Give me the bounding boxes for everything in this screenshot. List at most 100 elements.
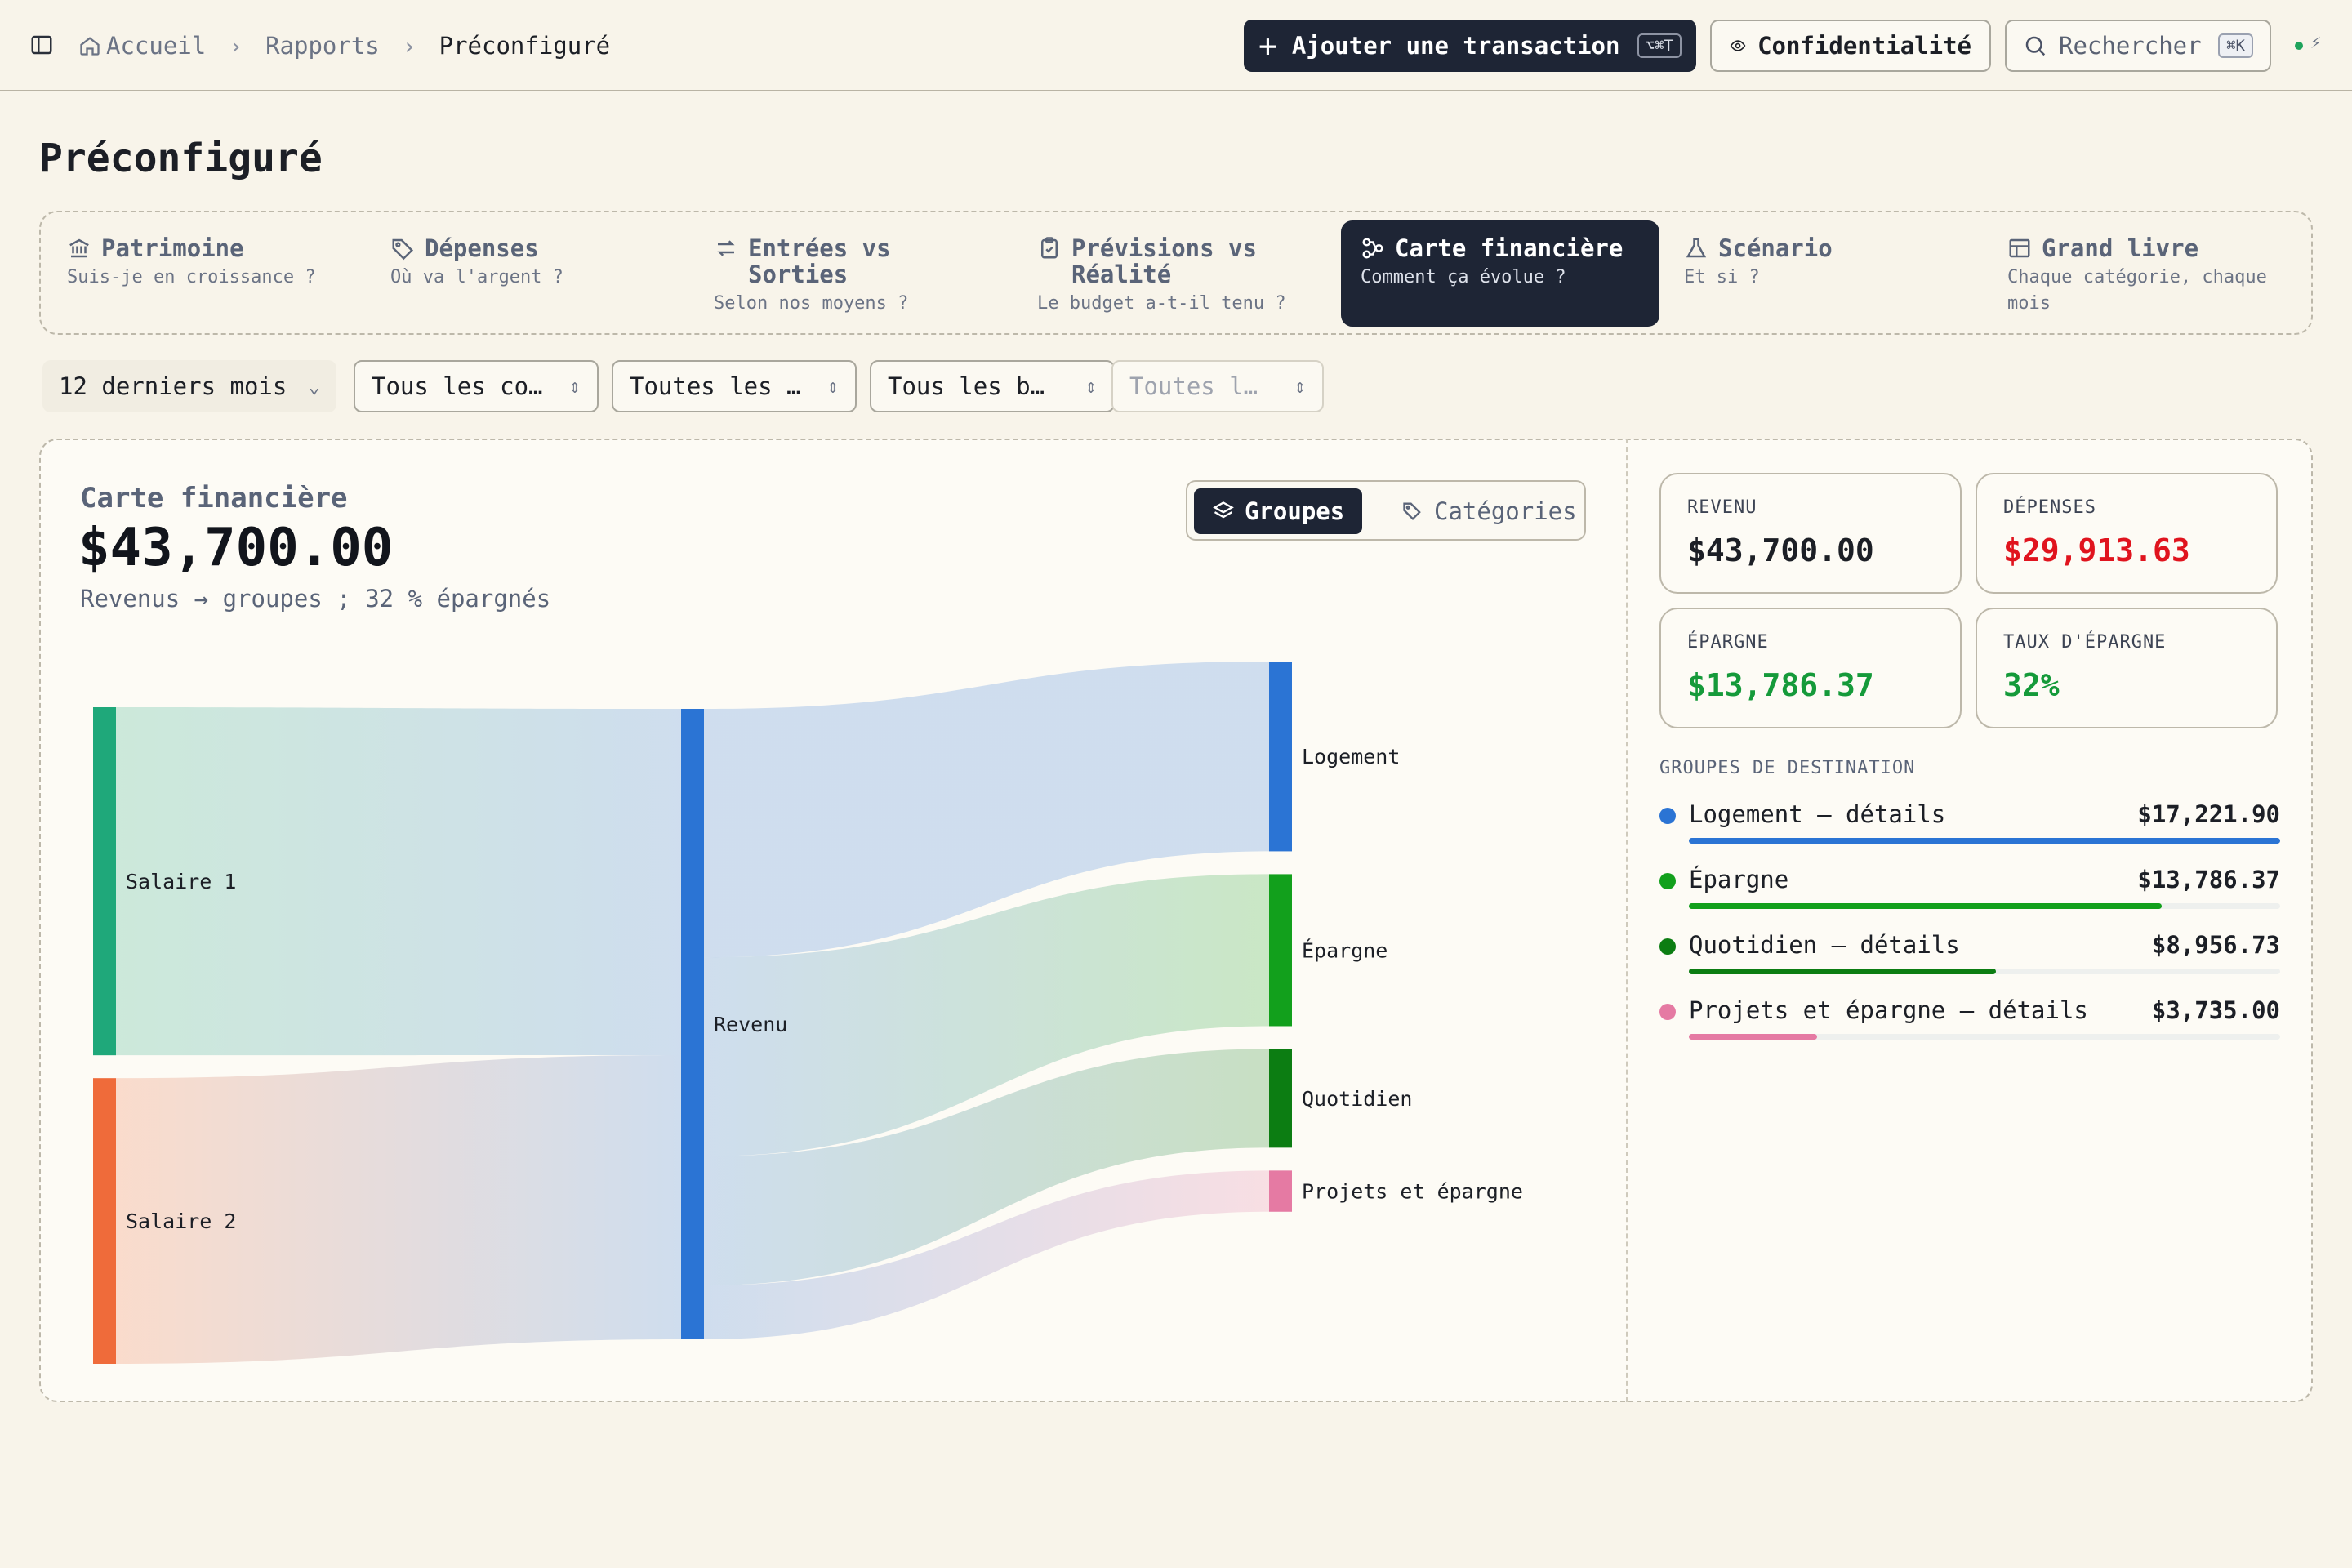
- clipboard-icon: [1041, 237, 1058, 259]
- chevron-down-icon: ⌄: [308, 375, 320, 398]
- search-label: Rechercher: [2059, 32, 2202, 60]
- breadcrumb-home[interactable]: Accueil: [106, 32, 206, 60]
- kpi-savings-card: ÉPARGNE $13,786.37: [1659, 608, 1962, 728]
- categories-select[interactable]: Toutes les … ⇕: [612, 360, 857, 412]
- layers-icon: [1213, 501, 1234, 519]
- other-value: Toutes l…: [1129, 372, 1258, 400]
- chart-total: $43,700.00: [78, 518, 394, 578]
- legend-dot: [1659, 873, 1676, 889]
- destination-bar-fill: [1689, 903, 2163, 909]
- sankey-node-log[interactable]: [1269, 662, 1292, 852]
- destination-bar-fill: [1689, 1034, 1818, 1040]
- destination-row[interactable]: Quotidien — détails $8,956.73: [1659, 931, 2280, 980]
- tab-title: Scénario: [1718, 234, 1833, 262]
- sankey-chart: Salaire 1 Salaire 2 Revenu Logement Épargne Q…: [93, 662, 1523, 1364]
- status-dot: [2295, 42, 2303, 50]
- breadcrumb: Accueil › Rapports › Préconfiguré: [78, 29, 610, 62]
- breadcrumb-reports[interactable]: Rapports: [265, 32, 380, 60]
- tab-scenario[interactable]: Scénario Et si ?: [1664, 220, 1983, 327]
- tab-entrees-sorties[interactable]: Entrées vs Sorties Selon nos moyens ?: [694, 220, 1013, 327]
- sankey-node-pro[interactable]: [1269, 1170, 1292, 1212]
- destination-row[interactable]: Projets et épargne — détails $3,735.00: [1659, 996, 2280, 1045]
- add-transaction-button[interactable]: + Ajouter une transaction ⌥⌘T: [1244, 20, 1696, 72]
- home-icon: [80, 37, 100, 56]
- add-transaction-shortcut: ⌥⌘T: [1637, 33, 1682, 58]
- bank-icon: [69, 238, 89, 258]
- tab-subtitle: Comment ça évolue ?: [1361, 267, 1566, 287]
- tab-subtitle: Le budget a-t-il tenu ?: [1037, 293, 1286, 314]
- kpi-value: 32%: [2003, 667, 2060, 703]
- toggle-groups-label: Groupes: [1245, 497, 1345, 525]
- destination-name: Logement — détails: [1689, 800, 1946, 828]
- breadcrumb-current: Préconfiguré: [439, 32, 611, 60]
- sankey-label-pro: Projets et épargne: [1302, 1180, 1523, 1204]
- destination-value: $17,221.90: [2137, 800, 2280, 828]
- page-title: Préconfiguré: [39, 136, 323, 181]
- toggle-categories-label: Catégories: [1434, 497, 1577, 525]
- tab-subtitle: Chaque catégorie, chaque mois: [2007, 267, 2267, 314]
- tab-depenses[interactable]: Dépenses Où va l'argent ?: [371, 220, 689, 327]
- sankey-label-log: Logement: [1302, 745, 1400, 768]
- report-tabs: Patrimoine Suis-je en croissance ? Dépen…: [39, 211, 2313, 335]
- kpi-revenue-card: REVENU $43,700.00: [1659, 473, 1962, 594]
- toggle-groups[interactable]: Groupes: [1194, 488, 1363, 534]
- sidebar-toggle-icon[interactable]: [29, 33, 54, 57]
- panel-divider: [1626, 439, 1628, 1402]
- tab-previsions[interactable]: Prévisions vs Réalité Le budget a-t-il t…: [1018, 220, 1336, 327]
- chevron-right-icon: ›: [229, 32, 243, 60]
- sankey-label-s2: Salaire 2: [126, 1209, 236, 1233]
- plus-icon: +: [1258, 28, 1277, 64]
- destination-row[interactable]: Logement — détails $17,221.90: [1659, 800, 2280, 849]
- kpi-expenses-card: DÉPENSES $29,913.63: [1976, 473, 2278, 594]
- search-icon: [2025, 36, 2046, 56]
- tab-carte-financiere[interactable]: Carte financière Comment ça évolue ?: [1341, 220, 1659, 327]
- sankey-label-quo: Quotidien: [1302, 1087, 1412, 1111]
- privacy-button[interactable]: Confidentialité: [1710, 20, 1991, 72]
- sankey-node-quo[interactable]: [1269, 1049, 1292, 1148]
- sankey-node-epa[interactable]: [1269, 874, 1292, 1027]
- kpi-label: REVENU: [1687, 497, 1757, 518]
- kpi-label: TAUX D'ÉPARGNE: [2003, 632, 2167, 653]
- accounts-select[interactable]: Tous les co… ⇕: [354, 360, 599, 412]
- flow-icon: [1362, 238, 1383, 259]
- sankey-node-s1[interactable]: [93, 707, 116, 1056]
- budgets-select[interactable]: Tous les b… ⇕: [870, 360, 1115, 412]
- chevron-updown-icon: ⇕: [1085, 375, 1097, 398]
- legend-dot: [1659, 938, 1676, 955]
- other-select: Toutes l… ⇕: [1111, 360, 1324, 412]
- chevron-updown-icon: ⇕: [568, 375, 581, 398]
- tab-title: Carte financière: [1395, 234, 1624, 262]
- destination-bar-track: [1689, 903, 2280, 909]
- destination-name: Épargne: [1689, 866, 1789, 893]
- flask-icon: [1686, 238, 1707, 258]
- kpi-value: $43,700.00: [1687, 532, 1874, 568]
- tab-grand-livre[interactable]: Grand livre Chaque catégorie, chaque moi…: [1988, 220, 2306, 327]
- destination-value: $3,735.00: [2151, 996, 2280, 1024]
- tab-subtitle: Et si ?: [1684, 267, 1760, 287]
- tab-title: Prévisions vs Réalité: [1071, 234, 1257, 288]
- privacy-label: Confidentialité: [1757, 32, 1971, 60]
- search-shortcut: ⌘K: [2218, 33, 2253, 58]
- tags-icon: [1403, 502, 1421, 520]
- tab-title: Entrées vs Sorties: [748, 234, 891, 288]
- sankey-node-rev[interactable]: [681, 709, 704, 1339]
- kpi-label: ÉPARGNE: [1687, 632, 1769, 653]
- view-toggle: Groupes Catégories: [1186, 480, 1586, 541]
- tab-title: Dépenses: [425, 234, 539, 262]
- toggle-categories[interactable]: Catégories: [1383, 488, 1595, 534]
- search-button[interactable]: Rechercher ⌘K: [2005, 20, 2271, 72]
- arrows-icon: [717, 240, 735, 256]
- destination-row[interactable]: Épargne $13,786.37: [1659, 866, 2280, 915]
- tab-patrimoine[interactable]: Patrimoine Suis-je en croissance ?: [47, 220, 366, 327]
- destination-value: $8,956.73: [2151, 931, 2280, 959]
- period-select[interactable]: 12 derniers mois ⌄: [42, 360, 336, 412]
- destination-bar-track: [1689, 838, 2280, 844]
- destinations-title: GROUPES DE DESTINATION: [1659, 758, 1916, 778]
- sankey-node-s2[interactable]: [93, 1078, 116, 1364]
- chart-label: Carte financière: [80, 482, 348, 514]
- legend-dot: [1659, 808, 1676, 824]
- tab-subtitle: Où va l'argent ?: [390, 267, 564, 287]
- destination-bar-track: [1689, 969, 2280, 974]
- top-bar: Accueil › Rapports › Préconfiguré + Ajou…: [0, 0, 2352, 91]
- chevron-updown-icon: ⇕: [826, 375, 839, 398]
